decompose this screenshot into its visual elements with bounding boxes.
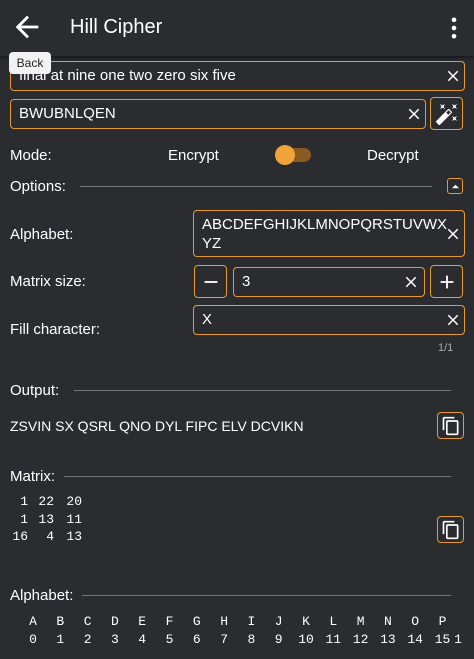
copy-output-button[interactable] [437, 412, 464, 439]
arrow-back-icon [15, 15, 39, 39]
alphabet-index: 6 [192, 632, 201, 647]
plaintext-input[interactable]: final at nine one two zero six five [10, 61, 465, 91]
matrix-cell: 20 [66, 494, 82, 509]
alphabet-table-divider [82, 595, 451, 596]
alphabet-input[interactable]: ABCDEFGHIJKLMNOPQRSTUVWX YZ [193, 210, 465, 257]
close-icon [447, 314, 459, 326]
generate-key-button[interactable] [430, 97, 463, 130]
more-vert-icon [451, 17, 457, 39]
matrix-cell: 1 [20, 512, 28, 527]
alphabet-value-line2: YZ [202, 235, 222, 252]
page-title: Hill Cipher [70, 16, 163, 38]
alphabet-letter: J [274, 614, 283, 629]
magic-wand-icon [435, 103, 457, 125]
alphabet-index: 1 [454, 632, 462, 647]
clear-fill-button[interactable] [444, 311, 462, 329]
app-bar: Hill Cipher [0, 0, 474, 56]
options-collapse-button[interactable] [447, 178, 463, 194]
back-tooltip: Back [9, 52, 51, 74]
alphabet-letter: M [356, 614, 365, 629]
alphabet-letter: N [383, 614, 392, 629]
increase-size-button[interactable] [430, 265, 463, 298]
matrix-label: Matrix: [10, 468, 55, 485]
key-value: BWUBNLQEN [19, 105, 116, 122]
clear-size-button[interactable] [402, 273, 420, 291]
mode-decrypt-label: Decrypt [367, 147, 419, 164]
key-input[interactable]: BWUBNLQEN [10, 99, 426, 129]
alphabet-letter: F [165, 614, 174, 629]
alphabet-index: 13 [380, 632, 396, 647]
options-label: Options: [10, 178, 66, 195]
minus-icon [204, 280, 217, 283]
alphabet-letter: O [411, 614, 420, 629]
alphabet-index: 4 [138, 632, 147, 647]
plaintext-value: final at nine one two zero six five [19, 67, 236, 84]
options-divider [80, 186, 432, 187]
matrix-size-value: 3 [242, 273, 251, 290]
mode-switch-thumb[interactable] [275, 145, 295, 165]
alphabet-letter: H [220, 614, 228, 629]
fill-character-input[interactable]: X [193, 305, 465, 335]
output-value: ZSVIN SX QSRL QNO DYL FIPC ELV DCVIKN [10, 418, 304, 434]
clear-input-button[interactable] [444, 67, 462, 85]
output-label: Output: [10, 382, 60, 399]
alphabet-letter: K [302, 614, 310, 629]
alphabet-letter: A [29, 614, 37, 629]
close-icon [447, 70, 459, 82]
matrix-cell: 4 [46, 529, 54, 544]
alphabet-index: 2 [83, 632, 92, 647]
alphabet-index: 5 [165, 632, 174, 647]
chevron-up-icon [451, 184, 459, 188]
matrix-divider [64, 476, 451, 477]
mode-encrypt-label: Encrypt [168, 147, 219, 164]
mode-label: Mode: [10, 147, 52, 164]
alphabet-letter: C [83, 614, 92, 629]
matrix-cell: 1 [20, 494, 28, 509]
close-icon [408, 108, 420, 120]
alphabet-index: 3 [110, 632, 119, 647]
close-icon [405, 276, 417, 288]
alphabet-label: Alphabet: [10, 226, 74, 243]
copy-icon [442, 416, 458, 435]
alphabet-letter: P [438, 614, 447, 629]
alphabet-letter: B [56, 614, 65, 629]
alphabet-index: 10 [298, 632, 314, 647]
clear-alphabet-button[interactable] [444, 225, 462, 243]
alphabet-index: 11 [325, 632, 342, 647]
alphabet-index: 7 [220, 632, 228, 647]
back-button[interactable] [10, 10, 44, 44]
alphabet-value-line1: ABCDEFGHIJKLMNOPQRSTUVWX [202, 216, 448, 233]
fill-character-value: X [202, 311, 213, 328]
alphabet-letter: L [329, 614, 338, 629]
matrix-size-label: Matrix size: [10, 273, 86, 290]
matrix-size-input[interactable]: 3 [233, 267, 425, 297]
plus-icon [440, 275, 453, 288]
matrix-cell: 16 [12, 529, 28, 544]
alphabet-letter: I [247, 614, 256, 629]
fill-character-label: Fill character: [10, 321, 101, 338]
clear-key-button[interactable] [405, 105, 423, 123]
matrix-cell: 11 [66, 512, 82, 527]
alphabet-index: 0 [29, 632, 37, 647]
alphabet-index: 9 [274, 632, 283, 647]
copy-matrix-button[interactable] [437, 516, 464, 543]
alphabet-index: 8 [247, 632, 256, 647]
copy-icon [442, 520, 458, 539]
close-icon [447, 228, 459, 240]
alphabet-index: 12 [352, 632, 369, 647]
matrix-cell: 13 [38, 512, 54, 527]
alphabet-letter: D [110, 614, 119, 629]
alphabet-letter: E [138, 614, 147, 629]
alphabet-table-label: Alphabet: [10, 587, 74, 604]
matrix-cell: 13 [66, 529, 82, 544]
output-divider [74, 390, 451, 391]
alphabet-index: 1 [56, 632, 65, 647]
matrix-cell: 22 [38, 494, 54, 509]
overflow-menu-button[interactable] [440, 14, 468, 42]
fill-character-counter: 1/1 [438, 342, 454, 354]
decrease-size-button[interactable] [194, 265, 227, 298]
alphabet-letter: G [192, 614, 201, 629]
alphabet-index: 14 [407, 632, 423, 647]
